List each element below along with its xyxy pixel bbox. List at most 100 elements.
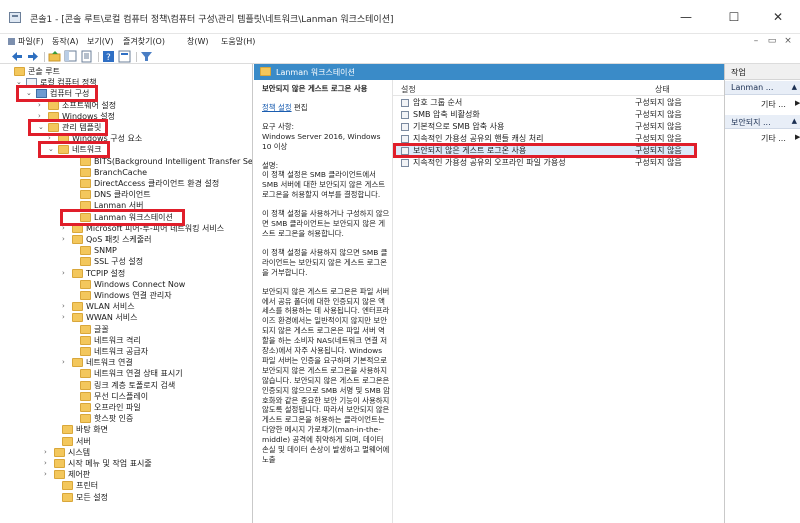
folder-icon	[54, 459, 65, 468]
menu-help[interactable]: 도움말(H)	[221, 36, 255, 47]
forward-arrow-icon[interactable]	[26, 50, 40, 63]
tree-item-label: TCPIP 설정	[86, 268, 126, 278]
highlight-computer-config	[16, 85, 98, 103]
expander-icon[interactable]: ›	[44, 458, 52, 469]
requirements-text: Windows Server 2016, Windows 10 이상	[262, 131, 381, 151]
folder-icon	[80, 391, 91, 401]
tree-item-label: WWAN 서비스	[86, 313, 138, 323]
expander-icon[interactable]: ›	[62, 357, 70, 368]
policy-description: 보안되지 않은 게스트 로그온 사용 정책 설정 편집 요구 사항: Windo…	[262, 84, 390, 465]
menu-action[interactable]: 동작(A)	[52, 36, 78, 47]
folder-icon	[80, 246, 91, 256]
column-header-setting[interactable]: 설정	[401, 84, 416, 95]
edit-policy-link[interactable]: 정책 설정	[262, 103, 292, 112]
highlight-admin-templates	[28, 119, 108, 136]
tree-item-label: WLAN 서비스	[86, 302, 135, 312]
tree-item-label: DirectAccess 클라이언트 환경 설정	[94, 179, 220, 188]
tree-item-label: 콘솔 루트	[28, 67, 60, 76]
folder-icon	[72, 235, 83, 244]
tree-item-label: QoS 패킷 스케줄러	[86, 235, 152, 244]
folder-icon	[62, 436, 73, 446]
list-item[interactable]: 기본적으로 SMB 압축 사용 구성되지 않음	[395, 121, 695, 132]
mdi-minimize-button[interactable]: –	[748, 34, 764, 48]
description-paragraph-3: 이 정책 설정을 사용하지 않으면 SMB 클라이언트는 보안되지 않은 게스트…	[262, 247, 388, 277]
expander-icon[interactable]: ›	[62, 312, 70, 323]
setting-icon	[401, 159, 409, 167]
collapse-arrow-icon[interactable]: ▲	[792, 83, 797, 91]
folder-icon	[80, 414, 91, 424]
column-header-state[interactable]: 상태	[655, 84, 670, 95]
actions-more-policy[interactable]: 기타 ... ▶	[761, 133, 800, 144]
menu-file[interactable]: 파일(F)	[18, 37, 44, 46]
tree-item-label: DNS 클라이언트	[94, 190, 151, 200]
highlight-network	[38, 141, 110, 159]
folder-icon	[62, 492, 73, 502]
up-folder-icon[interactable]	[48, 50, 62, 63]
menu-bar: 파일(F) 동작(A) 보기(V) 즐겨찾기(O) 창(W) 도움말(H) – …	[0, 34, 800, 50]
description-paragraph-2: 이 정책 설정을 사용하거나 구성하지 않으면 SMB 클라이언트는 보안되지 …	[262, 209, 390, 238]
expander-icon[interactable]: ›	[62, 234, 70, 245]
highlight-selected-setting	[393, 143, 697, 158]
setting-icon	[401, 99, 409, 107]
folder-icon	[80, 403, 91, 412]
expander-icon[interactable]: ›	[44, 469, 52, 480]
tree-item-label: BITS(Background Intelligent Transfer Ser…	[94, 156, 253, 166]
details-header: Lanman 워크스테이션	[254, 64, 724, 80]
menu-window[interactable]: 창(W)	[187, 36, 209, 47]
folder-icon	[80, 257, 91, 267]
tree-item-label: Windows Connect Now	[94, 279, 186, 289]
help-icon[interactable]: ?	[102, 50, 116, 63]
menu-view[interactable]: 보기(V)	[87, 36, 113, 47]
export-list-icon[interactable]	[80, 50, 94, 63]
folder-icon	[80, 179, 91, 188]
tree-item-label: 글꼴	[94, 324, 109, 334]
folder-icon	[62, 481, 73, 491]
tree-item-label: Windows 연결 관리자	[94, 291, 172, 300]
list-item[interactable]: 암호 그룹 순서 구성되지 않음	[395, 97, 695, 108]
back-arrow-icon[interactable]	[10, 50, 24, 63]
folder-icon	[80, 380, 91, 390]
tree-item-label: BranchCache	[94, 167, 148, 177]
highlight-lanman-workstation	[60, 208, 185, 226]
tree-item-label: SSL 구성 설정	[94, 257, 144, 267]
mdi-restore-button[interactable]: ▭	[764, 34, 780, 48]
folder-icon	[14, 67, 25, 76]
collapse-arrow-icon[interactable]: ▲	[792, 117, 797, 125]
console-app-icon	[9, 12, 21, 23]
tree-item-label: 프린터	[76, 481, 99, 491]
actions-title: 작업	[725, 64, 800, 80]
tree-item-label: 모든 설정	[76, 492, 108, 502]
setting-icon	[401, 123, 409, 131]
minimize-button[interactable]: —	[664, 6, 708, 28]
folder-icon	[80, 167, 91, 177]
maximize-button[interactable]: ☐	[712, 6, 756, 28]
filter-icon[interactable]	[140, 50, 154, 63]
folder-icon	[72, 358, 83, 368]
toolbar: ?	[0, 50, 800, 64]
actions-group-lanman[interactable]: Lanman ... ▲	[725, 81, 800, 95]
tree-item-label: 제어판	[68, 470, 91, 480]
tree-item-label: 바탕 화면	[76, 425, 108, 435]
tree-item-label: 시작 메뉴 및 작업 표시줄	[68, 459, 152, 468]
tree-item-label: 핫스팟 인증	[94, 414, 134, 424]
properties-icon[interactable]	[118, 50, 132, 63]
description-paragraph-1: 이 정책 설정은 SMB 클라이언트에서 SMB 서버에 대한 보안되지 않은 …	[262, 170, 386, 200]
list-item[interactable]: 지속적인 가용성 공유의 오프라인 파일 가용성 구성되지 않음	[395, 157, 695, 168]
list-item[interactable]: SMB 압축 비활성화 구성되지 않음	[395, 109, 695, 120]
expander-icon[interactable]: ›	[44, 447, 52, 458]
actions-group-policy[interactable]: 보안되지 ... ▲	[725, 115, 800, 129]
folder-icon	[54, 470, 65, 480]
actions-pane: 작업 Lanman ... ▲ 기타 ... ▶ 보안되지 ... ▲ 기타 .…	[724, 64, 800, 523]
show-hide-tree-icon[interactable]	[64, 50, 78, 63]
navigation-tree: 콘솔 루트 ⌄ 로컬 컴퓨터 정책 ⌄ 컴퓨터 구성 › 소프트웨어 설정 › Windows …	[0, 64, 253, 523]
expander-icon[interactable]: ›	[62, 268, 70, 279]
actions-more-lanman[interactable]: 기타 ... ▶	[761, 99, 800, 110]
menu-favorites[interactable]: 즐겨찾기(O)	[123, 36, 165, 47]
close-button[interactable]: ✕	[756, 6, 800, 28]
policy-title: 보안되지 않은 게스트 로그온 사용	[262, 84, 368, 93]
window-title: 콘솔1 - [콘솔 루트\로컬 컴퓨터 정책\컴퓨터 구성\관리 템플릿\네트워…	[30, 15, 394, 25]
mdi-close-button[interactable]: ×	[780, 34, 796, 48]
folder-icon	[80, 190, 91, 200]
expander-icon[interactable]: ›	[62, 301, 70, 312]
folder-icon	[80, 279, 91, 289]
